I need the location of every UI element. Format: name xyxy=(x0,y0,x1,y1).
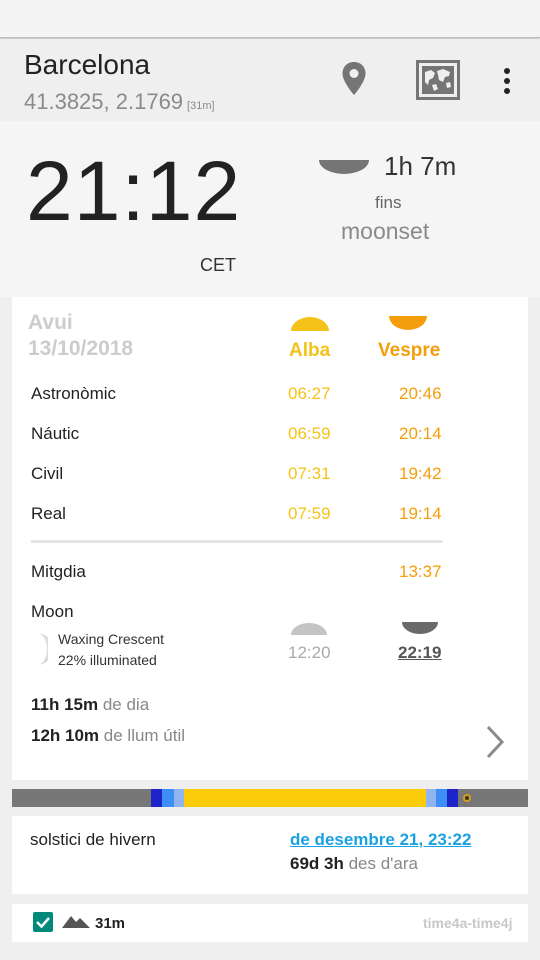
location-name: Barcelona xyxy=(24,49,151,80)
elevation-tag: [31m] xyxy=(187,100,215,112)
moonrise-icon xyxy=(290,622,328,641)
solstice-countdown-value: 69d 3h xyxy=(290,854,344,873)
footer-elevation: 31m xyxy=(95,915,126,932)
coords-text: 41.3825, 2.1769 xyxy=(24,89,184,114)
moon-next-event: moonset xyxy=(341,218,430,244)
twilight-dawn-civil: 07:31 xyxy=(288,464,331,483)
moonset-time[interactable]: 22:19 xyxy=(398,643,441,663)
location-coords: 41.3825, 2.1769 [31m] xyxy=(24,89,215,115)
current-time: 21:12 xyxy=(26,144,242,238)
moon-phase-icon xyxy=(36,632,53,671)
day-length-value: 11h 15m xyxy=(31,695,99,714)
twilight-dawn-astronomical: 06:27 xyxy=(288,384,331,403)
twilight-dawn-nautical: 06:59 xyxy=(288,424,331,443)
footer-card: 31m time4a-time4j xyxy=(12,904,528,942)
day-length-text: de dia xyxy=(102,695,150,714)
timeline-astronomical-dawn xyxy=(151,789,162,807)
timeline-nautical-dusk xyxy=(436,789,447,807)
more-vert-icon[interactable] xyxy=(502,68,512,99)
twilight-label-real: Real xyxy=(31,504,66,523)
dawn-header: Alba xyxy=(289,340,331,361)
twilight-label-civil: Civil xyxy=(31,464,64,483)
noon-label: Mitgdia xyxy=(31,562,86,581)
twilight-dusk-astronomical: 20:46 xyxy=(399,384,442,403)
day-length: 11h 15m de dia xyxy=(31,695,149,715)
solstice-countdown: 69d 3h des d'ara xyxy=(290,854,418,874)
status-bar xyxy=(0,0,540,38)
today-date: 13/10/2018 xyxy=(28,337,134,360)
sunset-icon xyxy=(388,315,428,336)
check-icon xyxy=(36,917,50,929)
twilight-dawn-real: 07:59 xyxy=(288,504,331,523)
solstice-name: solstici de hivern xyxy=(30,830,156,849)
today-label: Avui xyxy=(28,311,73,334)
twilight-dusk-real: 19:14 xyxy=(399,504,442,523)
twilight-label-nautical: Náutic xyxy=(31,424,80,443)
twilight-label-astronomical: Astronòmic xyxy=(31,384,117,403)
map-pin-icon[interactable] xyxy=(341,61,367,102)
moonset-small-icon xyxy=(401,621,439,640)
timeline-now-marker xyxy=(463,794,471,802)
solstice-countdown-text: des d'ara xyxy=(348,854,418,873)
twilight-dusk-civil: 19:42 xyxy=(399,464,442,483)
light-length-text: de llum útil xyxy=(103,726,186,745)
light-length: 12h 10m de llum útil xyxy=(31,726,185,746)
timeline-astronomical-dusk xyxy=(447,789,458,807)
dusk-header: Vespre xyxy=(378,340,441,361)
light-length-value: 12h 10m xyxy=(31,726,100,745)
moonrise-time: 12:20 xyxy=(288,643,331,662)
moon-label: Moon xyxy=(31,602,74,621)
moon-illumination: 22% illuminated xyxy=(58,652,157,668)
solstice-card: solstici de hivern de desembre 21, 23:22… xyxy=(12,816,528,894)
timezone-label: CET xyxy=(200,255,236,275)
divider xyxy=(31,540,443,543)
timeline-nautical-dawn xyxy=(162,789,174,807)
moon-next-until: fins xyxy=(375,193,402,212)
footer-source: time4a-time4j xyxy=(423,915,513,931)
mountain-icon xyxy=(62,914,90,933)
timeline-civil-dawn xyxy=(174,789,184,807)
sunrise-icon xyxy=(290,316,330,337)
chevron-right-icon[interactable] xyxy=(485,725,505,764)
moon-phase-name: Waxing Crescent xyxy=(58,631,165,647)
app-bar: Barcelona 41.3825, 2.1769 [31m] xyxy=(0,39,540,121)
noon-time: 13:37 xyxy=(399,562,442,581)
timeline-civil-dusk xyxy=(426,789,436,807)
today-card[interactable]: Avui 13/10/2018 Alba Vespre Astronòmic 0… xyxy=(12,297,528,780)
clock-panel: 21:12 CET 1h 7m fins moonset xyxy=(0,121,540,297)
checkbox[interactable] xyxy=(33,912,53,932)
solstice-date-link[interactable]: de desembre 21, 23:22 xyxy=(290,830,471,850)
moonset-icon xyxy=(318,159,370,180)
day-timeline xyxy=(12,789,528,807)
world-map-icon[interactable] xyxy=(416,60,460,105)
timeline-daylight xyxy=(184,789,426,807)
twilight-dusk-nautical: 20:14 xyxy=(399,424,442,443)
moon-next-duration: 1h 7m xyxy=(384,151,457,181)
